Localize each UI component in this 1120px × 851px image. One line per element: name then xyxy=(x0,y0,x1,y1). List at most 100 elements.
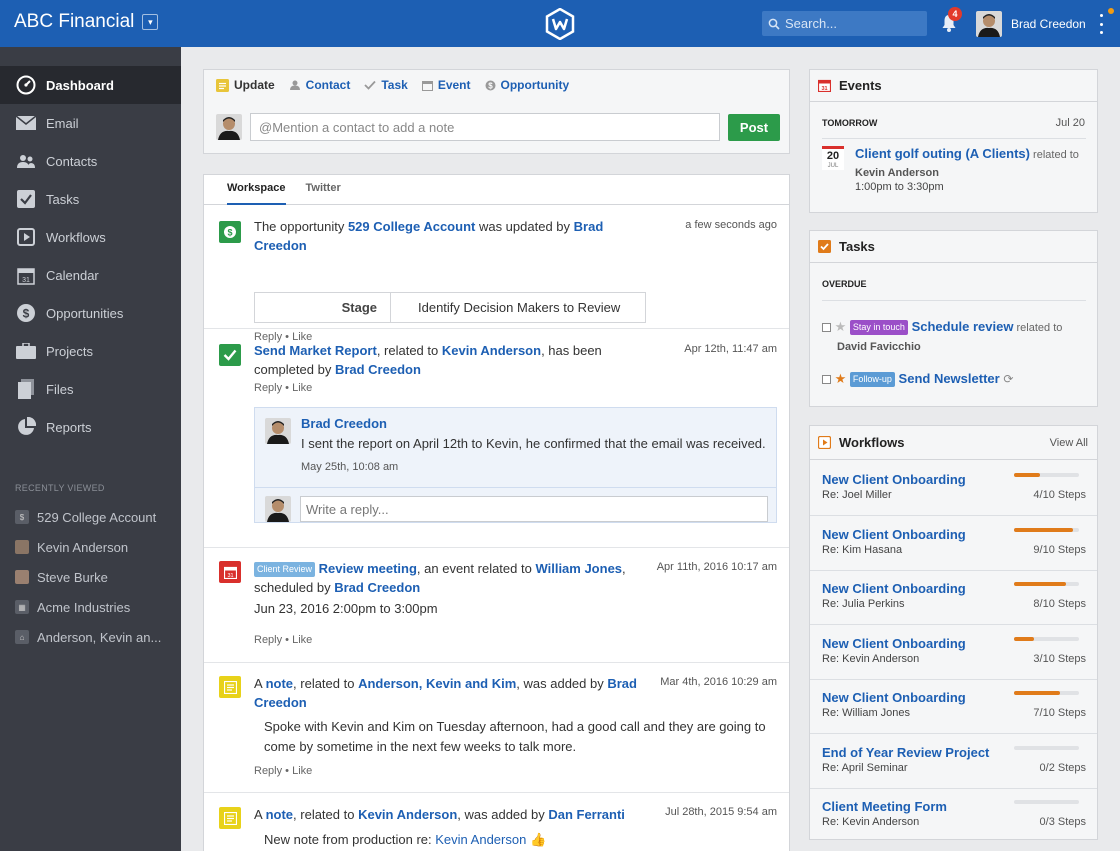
tab-opportunity[interactable]: $ Opportunity xyxy=(485,78,569,92)
user-link[interactable]: Dan Ferranti xyxy=(548,807,625,822)
note-link[interactable]: note xyxy=(266,807,293,822)
recent-item[interactable]: ⌂ Anderson, Kevin an... xyxy=(15,626,161,648)
app-logo-icon[interactable] xyxy=(545,8,575,40)
workflow-item[interactable]: New Client Onboarding Re: William Jones 7/… xyxy=(810,679,1097,734)
sidebar-item-dashboard[interactable]: Dashboard xyxy=(0,66,181,104)
contact-link[interactable]: Kevin Anderson xyxy=(442,343,541,358)
task-link[interactable]: Schedule review xyxy=(912,319,1014,334)
workflow-name[interactable]: New Client Onboarding xyxy=(822,472,966,487)
workflow-steps: 7/10 Steps xyxy=(1033,707,1086,719)
reply-input[interactable]: Write a reply... xyxy=(300,496,768,522)
sidebar-item-projects[interactable]: Projects xyxy=(0,332,181,370)
date-badge-month: JUL xyxy=(827,163,839,169)
workflow-item[interactable]: End of Year Review Project Re: April Semi… xyxy=(810,734,1097,789)
svg-text:$: $ xyxy=(488,81,493,90)
workflow-item[interactable]: New Client Onboarding Re: Kevin Anderson 3… xyxy=(810,625,1097,680)
svg-text:31: 31 xyxy=(821,86,827,92)
note-link[interactable]: note xyxy=(266,676,293,691)
sidebar-item-workflows[interactable]: Workflows xyxy=(0,218,181,256)
projects-icon xyxy=(16,341,36,361)
like-link[interactable]: Like xyxy=(292,634,312,646)
workflow-name[interactable]: Client Meeting Form xyxy=(822,799,947,814)
tab-task[interactable]: Task xyxy=(364,78,408,92)
star-icon[interactable]: ★ xyxy=(835,371,847,386)
user-link[interactable]: Creedon xyxy=(254,695,307,710)
sidebar-item-contacts[interactable]: Contacts xyxy=(0,142,181,180)
recent-item[interactable]: ▦ Acme Industries xyxy=(15,596,130,618)
task-checkbox[interactable] xyxy=(822,323,831,332)
recent-item[interactable]: Kevin Anderson xyxy=(15,536,128,558)
event-link[interactable]: Client golf outing (A Clients) xyxy=(855,146,1030,161)
task-link[interactable]: Send Newsletter xyxy=(899,371,1000,386)
sidebar-item-calendar[interactable]: 31 Calendar xyxy=(0,256,181,294)
comment-thread: Brad Creedon I sent the report on April … xyxy=(254,407,777,523)
user-link[interactable]: Brad Creedon xyxy=(334,580,420,595)
app-title[interactable]: ABC Financial ▾ xyxy=(14,11,159,33)
user-avatar[interactable] xyxy=(976,11,1002,37)
event-contact[interactable]: Kevin Anderson xyxy=(855,167,939,179)
contact-link[interactable]: Kevin Anderson xyxy=(358,807,457,822)
workflow-name[interactable]: End of Year Review Project xyxy=(822,745,989,760)
workflow-name[interactable]: New Client Onboarding xyxy=(822,690,966,705)
view-all-link[interactable]: View All xyxy=(1050,437,1088,449)
tab-event[interactable]: Event xyxy=(421,78,471,92)
reply-link[interactable]: Reply xyxy=(254,765,282,777)
stage-value: Identify Decision Makers to Review xyxy=(418,300,621,315)
recent-item-label: Acme Industries xyxy=(37,599,131,615)
like-link[interactable]: Like xyxy=(292,382,312,394)
task-checkbox[interactable] xyxy=(822,375,831,384)
contact-link[interactable]: William Jones xyxy=(535,561,622,576)
note-input[interactable]: @Mention a contact to add a note xyxy=(250,113,720,141)
post-button[interactable]: Post xyxy=(728,114,780,141)
workflow-name[interactable]: New Client Onboarding xyxy=(822,581,966,596)
workflow-name[interactable]: New Client Onboarding xyxy=(822,636,966,651)
recent-item[interactable]: Steve Burke xyxy=(15,566,108,588)
search-input[interactable]: Search... xyxy=(762,11,927,36)
note-body: New note from production re: Kevin Ander… xyxy=(264,830,546,850)
user-name[interactable]: Brad Creedon xyxy=(1011,17,1086,31)
event-link[interactable]: Review meeting xyxy=(319,561,417,576)
more-menu-icon[interactable] xyxy=(1098,14,1104,34)
progress-fill xyxy=(1014,636,1034,641)
sidebar-item-opportunities[interactable]: $ Opportunities xyxy=(0,294,181,332)
sidebar-item-tasks[interactable]: Tasks xyxy=(0,180,181,218)
opportunity-link[interactable]: 529 College Account xyxy=(348,219,475,234)
avatar xyxy=(216,114,242,140)
household-link[interactable]: Anderson, Kevin and Kim xyxy=(358,676,516,691)
workflow-name[interactable]: New Client Onboarding xyxy=(822,527,966,542)
recent-item-label: Anderson, Kevin an... xyxy=(37,629,162,645)
star-icon[interactable]: ★ xyxy=(835,319,847,334)
workflow-item[interactable]: New Client Onboarding Re: Julia Perkins 8/… xyxy=(810,570,1097,625)
reply-link[interactable]: Reply xyxy=(254,382,282,394)
tab-update[interactable]: Update xyxy=(216,78,275,92)
user-link[interactable]: Brad Creedon xyxy=(335,362,421,377)
note-icon xyxy=(219,807,241,829)
comment-author[interactable]: Brad Creedon xyxy=(301,416,387,431)
workflow-item[interactable]: New Client Onboarding Re: Joel Miller 4/10… xyxy=(810,461,1097,516)
tab-label: Event xyxy=(437,78,471,92)
workflow-related: Re: Joel Miller xyxy=(822,489,892,501)
sidebar-item-reports[interactable]: Reports xyxy=(0,408,181,446)
sidebar-item-files[interactable]: Files xyxy=(0,370,181,408)
user-link[interactable]: Brad xyxy=(574,219,604,234)
task-link[interactable]: Send Market Report xyxy=(254,343,377,358)
workflow-item[interactable]: New Client Onboarding Re: Kim Hasana 9/10 … xyxy=(810,516,1097,571)
contact-link[interactable]: Kevin Anderson xyxy=(435,832,526,847)
workflow-item[interactable]: Client Meeting Form Re: Kevin Anderson 0/3… xyxy=(810,788,1097,843)
tab-workspace[interactable]: Workspace xyxy=(227,175,286,205)
like-link[interactable]: Like xyxy=(292,765,312,777)
feed-item-text: A note, related to Anderson, Kevin and K… xyxy=(254,674,644,712)
recent-item[interactable]: $529 College Account xyxy=(15,506,156,528)
top-bar: ABC Financial ▾ Search... 4 Brad Creedon xyxy=(0,0,1120,47)
reply-link[interactable]: Reply xyxy=(254,634,282,646)
user-link[interactable]: Brad xyxy=(607,676,637,691)
sidebar-item-email[interactable]: Email xyxy=(0,104,181,142)
user-link[interactable]: Creedon xyxy=(254,238,307,253)
event-date: Jul 20 xyxy=(1055,117,1085,129)
update-composer: Update Contact Task Event $ Opportunity @… xyxy=(203,69,790,154)
search-placeholder: Search... xyxy=(785,16,838,31)
tab-twitter[interactable]: Twitter xyxy=(306,175,341,204)
tab-contact[interactable]: Contact xyxy=(289,78,350,92)
chevron-down-icon[interactable]: ▾ xyxy=(142,14,159,30)
task-contact[interactable]: David Favicchio xyxy=(837,341,921,353)
